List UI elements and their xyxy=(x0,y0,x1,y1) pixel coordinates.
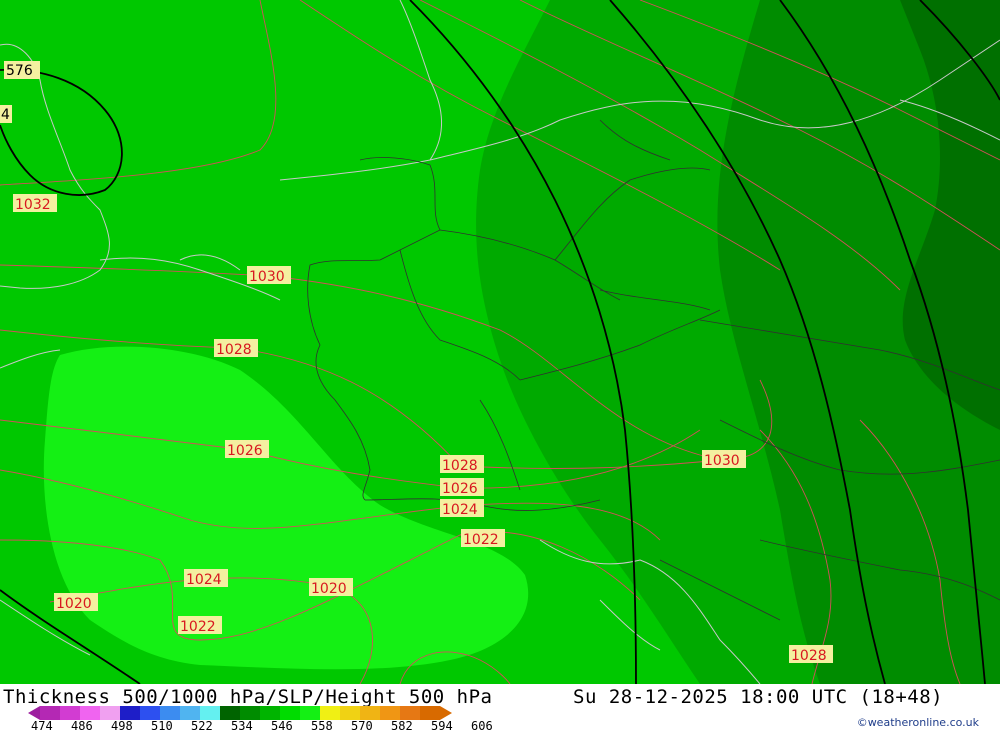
legend-tick-label: 606 xyxy=(471,719,493,733)
legend-swatch xyxy=(180,706,200,720)
svg-text:1026: 1026 xyxy=(227,443,263,459)
legend-tick-label: 546 xyxy=(271,719,293,733)
svg-text:1028: 1028 xyxy=(791,648,827,664)
svg-text:1022: 1022 xyxy=(463,532,499,548)
legend-swatch xyxy=(80,706,100,720)
svg-text:576: 576 xyxy=(6,63,33,79)
isobar-label: 1022 xyxy=(178,616,222,635)
svg-text:1024: 1024 xyxy=(442,502,478,518)
legend-swatch xyxy=(140,706,160,720)
legend-swatch xyxy=(360,706,380,720)
legend-swatch xyxy=(220,706,240,720)
legend-tick-label: 570 xyxy=(351,719,373,733)
svg-text:1026: 1026 xyxy=(442,481,478,497)
map-title: Thickness 500/1000 hPa/SLP/Height 500 hP… xyxy=(3,686,493,708)
legend-swatch xyxy=(340,706,360,720)
legend-right-arrow xyxy=(440,706,452,720)
height-label-edge: 4 xyxy=(0,105,12,123)
legend-swatches xyxy=(40,706,440,720)
legend-swatch xyxy=(200,706,220,720)
legend-swatch xyxy=(240,706,260,720)
svg-text:4: 4 xyxy=(1,107,10,123)
legend-left-arrow xyxy=(28,706,40,720)
isobar-label: 1028 xyxy=(214,339,258,358)
thickness-color-legend xyxy=(28,706,452,720)
legend-tick-label: 534 xyxy=(231,719,253,733)
legend-swatch xyxy=(40,706,60,720)
isobar-label: 1030 xyxy=(702,450,746,469)
svg-text:1030: 1030 xyxy=(249,269,285,285)
legend-tick-label: 522 xyxy=(191,719,213,733)
isobar-label: 1024 xyxy=(440,499,484,518)
map-footer: Thickness 500/1000 hPa/SLP/Height 500 hP… xyxy=(0,684,1000,733)
legend-swatch xyxy=(100,706,120,720)
svg-text:1022: 1022 xyxy=(180,619,216,635)
weather-map: 576 4 1032 1030 1028 1026 1028 1026 1024… xyxy=(0,0,1000,684)
legend-tick-label: 486 xyxy=(71,719,93,733)
legend-tick-label: 558 xyxy=(311,719,333,733)
svg-text:1020: 1020 xyxy=(311,581,347,597)
legend-swatch xyxy=(160,706,180,720)
legend-swatch xyxy=(260,706,280,720)
legend-swatch xyxy=(120,706,140,720)
svg-text:1024: 1024 xyxy=(186,572,222,588)
svg-text:1032: 1032 xyxy=(15,197,51,213)
height-label-576: 576 xyxy=(4,61,40,79)
isobar-label: 1024 xyxy=(184,569,228,588)
forecast-datetime: Su 28-12-2025 18:00 UTC (18+48) xyxy=(573,686,944,708)
svg-text:1028: 1028 xyxy=(216,342,252,358)
legend-swatch xyxy=(60,706,80,720)
isobar-label: 1020 xyxy=(54,593,98,612)
isobar-label: 1028 xyxy=(440,455,484,474)
isobar-label: 1030 xyxy=(247,266,291,285)
isobar-label: 1020 xyxy=(309,578,353,597)
legend-tick-label: 582 xyxy=(391,719,413,733)
legend-swatch xyxy=(320,706,340,720)
svg-text:1030: 1030 xyxy=(704,453,740,469)
legend-swatch xyxy=(380,706,400,720)
svg-text:1028: 1028 xyxy=(442,458,478,474)
legend-swatch xyxy=(420,706,440,720)
legend-swatch xyxy=(400,706,420,720)
legend-tick-label: 474 xyxy=(31,719,53,733)
svg-text:1020: 1020 xyxy=(56,596,92,612)
legend-tick-label: 594 xyxy=(431,719,453,733)
legend-tick-label: 498 xyxy=(111,719,133,733)
isobar-label: 1022 xyxy=(461,529,505,548)
isobar-label: 1026 xyxy=(440,478,484,497)
isobar-label: 1026 xyxy=(225,440,269,459)
legend-swatch xyxy=(280,706,300,720)
legend-tick-label: 510 xyxy=(151,719,173,733)
legend-swatch xyxy=(300,706,320,720)
isobar-label: 1032 xyxy=(13,194,57,213)
isobar-label: 1028 xyxy=(789,645,833,664)
credit-link[interactable]: ©weatheronline.co.uk xyxy=(857,716,979,729)
